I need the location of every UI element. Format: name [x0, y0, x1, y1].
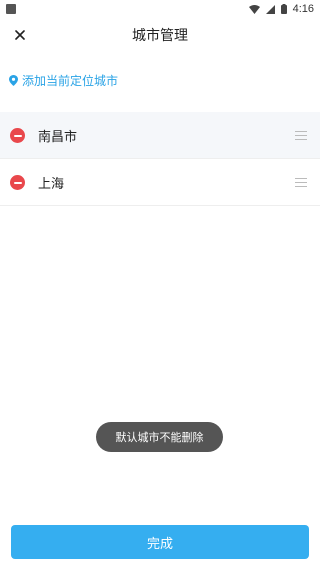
done-button[interactable]: 完成 [11, 525, 309, 559]
location-pin-icon [9, 75, 18, 86]
toast-message: 默认城市不能删除 [96, 422, 223, 452]
header: 城市管理 [0, 18, 320, 52]
signal-icon [265, 4, 275, 14]
add-current-location-label: 添加当前定位城市 [22, 74, 119, 88]
close-button[interactable] [10, 25, 30, 45]
done-button-label: 完成 [146, 536, 173, 552]
city-name: 上海 [38, 176, 65, 192]
notification-icon [6, 4, 16, 14]
status-time: 4:16 [292, 3, 314, 15]
battery-icon [280, 4, 287, 14]
toast-text: 默认城市不能删除 [115, 431, 204, 444]
drag-handle-icon[interactable] [295, 178, 307, 187]
city-management-screen: 4:16 城市管理 添加当前定位城市 南昌市 上海 默认城市不能删除 完成 [0, 0, 320, 570]
city-name: 南昌市 [38, 129, 78, 145]
status-bar: 4:16 [0, 0, 320, 18]
close-icon [15, 30, 25, 40]
city-row[interactable]: 南昌市 [0, 112, 320, 159]
minus-icon [13, 181, 22, 184]
drag-handle-icon[interactable] [295, 131, 307, 140]
city-row[interactable]: 上海 [0, 159, 320, 206]
minus-icon [13, 134, 22, 137]
remove-city-button[interactable] [10, 175, 25, 190]
page-title: 城市管理 [132, 28, 188, 44]
remove-city-button[interactable] [10, 128, 25, 143]
city-list: 南昌市 上海 [0, 112, 320, 206]
add-current-location-city-link[interactable]: 添加当前定位城市 [9, 72, 118, 89]
wifi-icon [248, 4, 260, 14]
